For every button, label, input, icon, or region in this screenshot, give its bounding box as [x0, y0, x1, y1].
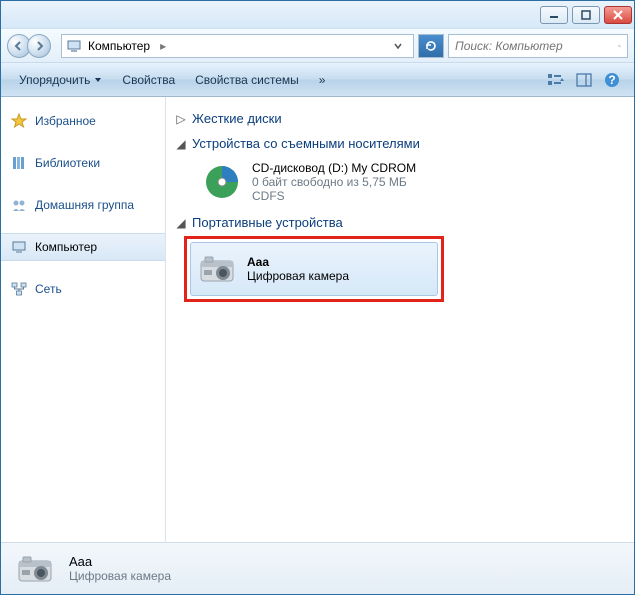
device-fs: CDFS	[252, 189, 416, 203]
minimize-icon	[549, 10, 559, 20]
sidebar-item-libraries[interactable]: Библиотеки	[1, 149, 165, 177]
breadcrumb-chevron-icon[interactable]: ▸	[156, 39, 170, 53]
status-name: Aaa	[69, 554, 171, 569]
forward-button[interactable]	[27, 34, 51, 58]
group-portable[interactable]: ◢ Портативные устройства	[176, 209, 624, 234]
view-mode-button[interactable]	[544, 69, 568, 91]
group-label: Жесткие диски	[192, 111, 282, 126]
preview-pane-icon	[576, 73, 592, 87]
forward-icon	[34, 41, 44, 51]
svg-text:?: ?	[608, 73, 615, 87]
organize-button[interactable]: Упорядочить	[11, 69, 110, 91]
sidebar-item-computer[interactable]: Компьютер	[1, 233, 165, 261]
sidebar: Избранное Библиотеки Домашняя группа Ком…	[1, 97, 166, 542]
homegroup-icon	[11, 197, 27, 213]
body: Избранное Библиотеки Домашняя группа Ком…	[1, 97, 634, 542]
caret-right-icon: ▷	[176, 112, 186, 126]
system-properties-button[interactable]: Свойства системы	[187, 69, 307, 91]
device-name: CD-дисковод (D:) My CDROM	[252, 161, 416, 175]
status-bar: Aaa Цифровая камера	[1, 542, 634, 594]
star-icon	[11, 113, 27, 129]
refresh-icon	[424, 39, 438, 53]
device-type: Цифровая камера	[247, 269, 349, 283]
device-camera[interactable]: Aaa Цифровая камера	[190, 242, 438, 296]
maximize-button[interactable]	[572, 6, 600, 24]
libraries-icon	[11, 155, 27, 171]
sidebar-label: Библиотеки	[35, 156, 100, 170]
group-label: Устройства со съемными носителями	[192, 136, 420, 151]
sidebar-label: Сеть	[35, 282, 62, 296]
network-icon	[11, 281, 27, 297]
status-type: Цифровая камера	[69, 569, 171, 583]
chevron-down-icon	[394, 42, 402, 50]
preview-pane-button[interactable]	[572, 69, 596, 91]
breadcrumb-computer[interactable]: Компьютер	[88, 39, 150, 53]
back-icon	[14, 41, 24, 51]
toolbar-overflow-button[interactable]: »	[311, 69, 334, 91]
chevron-down-icon	[94, 76, 102, 84]
explorer-window: Компьютер ▸ Упорядочить Свойства Свойств…	[0, 0, 635, 595]
caret-down-icon: ◢	[176, 216, 186, 230]
sidebar-label: Домашняя группа	[35, 198, 134, 212]
cd-drive-icon	[202, 162, 242, 202]
group-label: Портативные устройства	[192, 215, 343, 230]
view-mode-icon	[547, 73, 565, 87]
content: ▷ Жесткие диски ◢ Устройства со съемными…	[166, 97, 634, 542]
maximize-icon	[581, 10, 591, 20]
sidebar-item-network[interactable]: Сеть	[1, 275, 165, 303]
close-icon	[613, 10, 623, 20]
titlebar	[1, 1, 634, 29]
help-icon: ?	[604, 72, 620, 88]
search-input[interactable]	[455, 39, 612, 53]
nav-arrows	[7, 32, 57, 60]
highlight-box: Aaa Цифровая камера	[184, 236, 444, 302]
device-text: Aaa Цифровая камера	[247, 255, 349, 283]
sidebar-label: Избранное	[35, 114, 96, 128]
address-dropdown-button[interactable]	[387, 35, 409, 57]
computer-icon	[11, 239, 27, 255]
caret-down-icon: ◢	[176, 137, 186, 151]
properties-button[interactable]: Свойства	[114, 69, 183, 91]
device-name: Aaa	[247, 255, 349, 269]
group-removable[interactable]: ◢ Устройства со съемными носителями	[176, 130, 624, 155]
device-cd-drive[interactable]: CD-дисковод (D:) My CDROM 0 байт свободн…	[176, 155, 624, 209]
refresh-button[interactable]	[418, 34, 444, 58]
minimize-button[interactable]	[540, 6, 568, 24]
address-bar[interactable]: Компьютер ▸	[61, 34, 414, 58]
close-button[interactable]	[604, 6, 632, 24]
camera-icon	[197, 249, 237, 289]
search-box[interactable]	[448, 34, 628, 58]
toolbar: Упорядочить Свойства Свойства системы » …	[1, 63, 634, 97]
device-text: CD-дисковод (D:) My CDROM 0 байт свободн…	[252, 161, 416, 203]
computer-icon	[66, 38, 82, 54]
organize-label: Упорядочить	[19, 73, 90, 87]
device-free: 0 байт свободно из 5,75 МБ	[252, 175, 416, 189]
search-icon	[618, 39, 621, 53]
nav-row: Компьютер ▸	[1, 29, 634, 63]
status-text: Aaa Цифровая камера	[69, 554, 171, 583]
help-button[interactable]: ?	[600, 69, 624, 91]
group-hard-disks[interactable]: ▷ Жесткие диски	[176, 105, 624, 130]
camera-icon	[15, 549, 55, 589]
sidebar-item-homegroup[interactable]: Домашняя группа	[1, 191, 165, 219]
sidebar-item-favorites[interactable]: Избранное	[1, 107, 165, 135]
sidebar-label: Компьютер	[35, 240, 97, 254]
